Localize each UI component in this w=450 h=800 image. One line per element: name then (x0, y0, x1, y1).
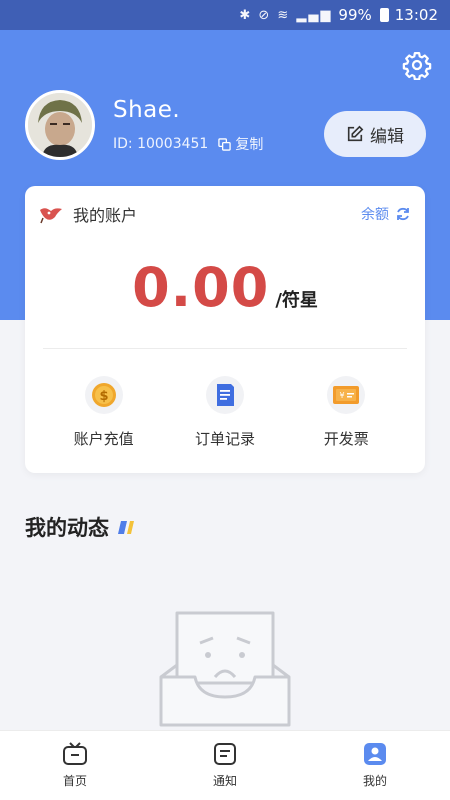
copy-label: 复制 (235, 137, 264, 153)
document-icon (205, 376, 244, 414)
account-card-header: 我的账户 (37, 202, 137, 226)
balance-link-label: 余额 (361, 207, 389, 223)
section-title: 我的动态 (25, 512, 139, 542)
divider (43, 348, 407, 349)
status-icons: ✱ ⊘ ≋ ▂▄▆ (239, 7, 333, 23)
account-title: 我的账户 (73, 206, 138, 225)
tab-notice-label: 通知 (212, 774, 237, 788)
username: Shae. (113, 97, 181, 123)
user-id-row: ID: 10003451 复制 (113, 134, 263, 154)
notice-icon (214, 743, 236, 765)
profile-icon (364, 743, 386, 765)
user-id: ID: 10003451 (113, 136, 209, 152)
battery-percent: 99% (338, 6, 372, 24)
status-bar: ✱ ⊘ ≋ ▂▄▆ 99% 13:02 (0, 0, 450, 30)
tab-notice[interactable]: 通知 (175, 742, 275, 789)
refresh-icon (397, 207, 409, 221)
title-accent-icon (118, 521, 134, 534)
invoice-label: 开发票 (323, 430, 369, 448)
empty-state-illustration (159, 611, 291, 727)
order-history-label: 订单记录 (194, 430, 255, 448)
tv-icon (63, 742, 87, 765)
edit-icon (347, 125, 364, 142)
svg-text:$: $ (99, 389, 108, 404)
balance-refresh-link[interactable]: 余额 (361, 204, 411, 224)
account-card: 我的账户 余额 0.00 /符星 $ 账户充值 订单记录 ¥ 开发票 (25, 186, 425, 473)
copy-icon (218, 137, 232, 151)
settings-gear-icon[interactable] (402, 50, 432, 80)
recharge-label: 账户充值 (73, 430, 134, 448)
avatar[interactable] (25, 90, 95, 160)
tab-mine-label: 我的 (362, 774, 387, 788)
edit-label: 编辑 (370, 126, 404, 147)
section-title-text: 我的动态 (25, 516, 109, 540)
battery-icon (379, 8, 389, 22)
copy-button[interactable]: 复制 (218, 134, 263, 154)
clock: 13:02 (394, 6, 438, 24)
invoice-icon: ¥ (327, 376, 366, 414)
tab-mine[interactable]: 我的 (325, 742, 425, 789)
edit-profile-button[interactable]: 编辑 (324, 111, 426, 157)
balance-row: 0.00 /符星 (25, 256, 425, 319)
order-history-button[interactable]: 订单记录 (170, 376, 280, 449)
balance-value: 0.00 (132, 256, 270, 319)
recharge-button[interactable]: $ 账户充值 (49, 376, 159, 449)
tab-home-label: 首页 (62, 774, 87, 788)
invoice-button[interactable]: ¥ 开发票 (291, 376, 401, 449)
tab-home[interactable]: 首页 (25, 742, 125, 789)
svg-text:¥: ¥ (340, 391, 345, 400)
bird-logo-icon (40, 208, 62, 224)
avatar-photo (28, 93, 92, 157)
account-actions: $ 账户充值 订单记录 ¥ 开发票 (25, 376, 425, 449)
coin-icon: $ (84, 376, 123, 414)
balance-unit: /符星 (275, 290, 318, 311)
bottom-tab-bar: 首页 通知 我的 (0, 730, 450, 800)
